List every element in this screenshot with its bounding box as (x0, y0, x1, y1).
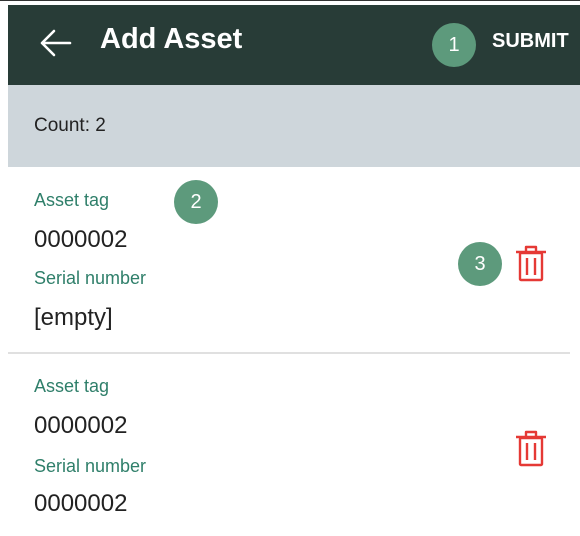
annotation-badge-1: 1 (432, 23, 476, 67)
page-title: Add Asset (100, 23, 243, 55)
count-text: Count: 2 (34, 115, 106, 136)
app-bar: Add Asset 1 SUBMIT (8, 5, 580, 85)
trash-icon[interactable] (514, 243, 548, 283)
item-divider (8, 352, 570, 354)
asset-tag-label: Asset tag (34, 190, 110, 210)
asset-tag-value: 0000002 (34, 226, 128, 253)
asset-list-item[interactable]: Asset tag 0000002 Serial number [empty] … (8, 170, 580, 350)
asset-tag-value: 0000002 (34, 412, 128, 439)
serial-number-label: Serial number (34, 456, 147, 476)
serial-number-value: 0000002 (34, 490, 128, 517)
serial-number-label: Serial number (34, 268, 147, 288)
annotation-badge-2: 2 (174, 180, 218, 224)
asset-tag-label: Asset tag (34, 376, 110, 396)
submit-button[interactable]: SUBMIT (492, 30, 569, 53)
asset-list-item[interactable]: Asset tag 0000002 Serial number 0000002 (8, 356, 580, 536)
back-arrow-icon[interactable] (38, 23, 74, 63)
app-screen: Add Asset 1 SUBMIT Count: 2 Asset tag 00… (0, 0, 580, 536)
trash-icon[interactable] (514, 428, 548, 468)
annotation-badge-3: 3 (458, 242, 502, 286)
serial-number-value: [empty] (34, 304, 113, 331)
count-bar: Count: 2 (8, 85, 580, 167)
